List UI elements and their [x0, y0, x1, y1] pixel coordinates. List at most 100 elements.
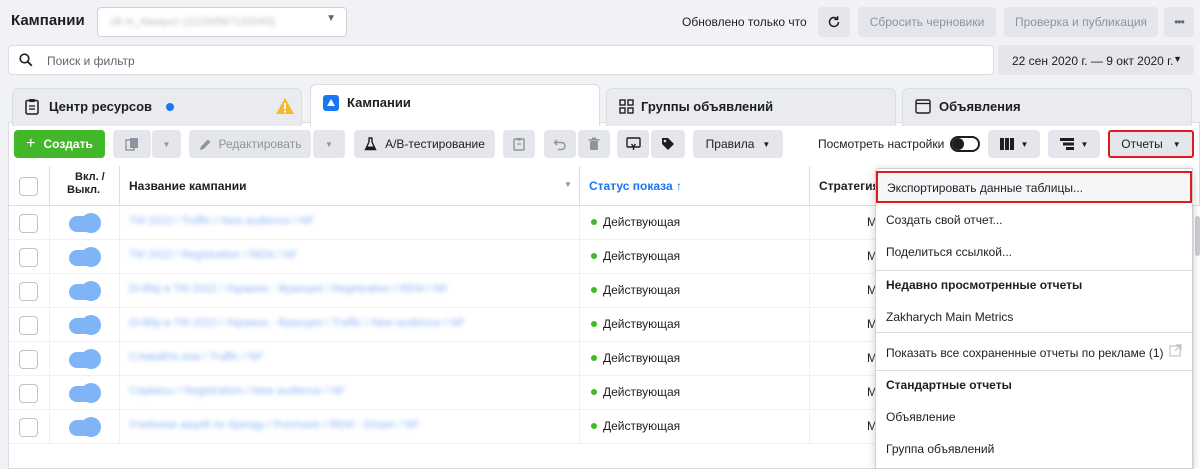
rules-label: Правила [705, 137, 755, 151]
column-divider [119, 166, 120, 206]
create-custom-report-item[interactable]: Создать свой отчет... [876, 203, 1192, 235]
show-all-saved-reports-item[interactable]: Показать все сохраненные отчеты по рекла… [876, 336, 1192, 368]
status-dot [591, 354, 597, 361]
select-all-checkbox[interactable] [19, 177, 38, 196]
search-input[interactable]: Поиск и фильтр [8, 45, 994, 75]
refresh-button[interactable] [818, 7, 850, 37]
column-divider [119, 410, 120, 444]
row-checkbox[interactable] [19, 248, 38, 267]
duplicate-button[interactable] [113, 130, 151, 158]
tab-campaigns[interactable]: Кампании [310, 84, 600, 126]
edit-button[interactable]: Редактировать [189, 130, 311, 158]
campaign-name-link[interactable]: TM 2022 / Registration / REM / NF [129, 249, 298, 261]
reports-button[interactable]: Отчеты ▼ [1108, 130, 1194, 158]
recent-report-item[interactable]: Zakharych Main Metrics [876, 300, 1192, 332]
clipboard-icon [25, 99, 39, 115]
delivery-status-header[interactable]: Статус показа ↑ [589, 179, 682, 193]
campaign-toggle[interactable] [69, 247, 101, 267]
campaign-name-link[interactable]: TM 2022 / Traffic / New audience / NF [129, 215, 314, 227]
row-checkbox[interactable] [19, 282, 38, 301]
table-scrollbar[interactable] [1193, 206, 1200, 469]
column-divider [579, 308, 580, 342]
column-divider [49, 240, 50, 274]
caret-down-icon: ▼ [1172, 139, 1181, 149]
standard-report-adgroup-item[interactable]: Группа объявлений [876, 432, 1192, 464]
more-options-button[interactable]: ••• [1164, 7, 1194, 37]
edit-dropdown[interactable]: ▼ [313, 130, 345, 158]
row-checkbox[interactable] [19, 316, 38, 335]
account-selector[interactable]: ult m_Аккаунт (11234567132043) ▼ [97, 7, 347, 37]
tab-ad-sets[interactable]: Группы объявлений [606, 88, 896, 126]
campaign-name-header[interactable]: Название кампании [129, 179, 246, 193]
share-link-item[interactable]: Поделиться ссылкой... [876, 235, 1192, 267]
delivery-status: Действующая [591, 351, 680, 365]
tag-icon [662, 138, 674, 150]
columns-button[interactable]: ▼ [988, 130, 1040, 158]
ab-test-label: A/B-тестирование [385, 137, 485, 151]
tag-button[interactable] [651, 130, 685, 158]
rules-button[interactable]: Правила ▼ [693, 130, 783, 158]
delete-button-alt[interactable] [503, 130, 535, 158]
caret-down-icon: ▼ [325, 139, 333, 149]
campaign-name-link[interactable]: Сервисы / Registration / New audience / … [129, 385, 345, 397]
scrollbar-thumb[interactable] [1195, 216, 1200, 256]
breakdown-button[interactable]: ▼ [1048, 130, 1100, 158]
toggle-knob [81, 315, 101, 335]
column-divider [809, 240, 810, 274]
recent-reports-heading: Недавно просмотренные отчеты [886, 278, 1083, 292]
duplicate-dropdown[interactable]: ▼ [151, 130, 181, 158]
export-table-data-item[interactable]: Экспортировать данные таблицы... [876, 171, 1192, 203]
undo-button[interactable] [544, 130, 576, 158]
status-dot [591, 286, 597, 293]
tab-resource-center[interactable]: Центр ресурсов [12, 88, 302, 126]
tab-ads[interactable]: Объявления [902, 88, 1192, 126]
flask-icon [364, 137, 377, 151]
view-settings-toggle[interactable] [950, 136, 980, 152]
notification-dot [166, 103, 174, 111]
status-text: Действующая [603, 215, 681, 229]
preview-icon [625, 137, 641, 150]
status-dot [591, 388, 597, 395]
delete-button[interactable] [578, 130, 610, 158]
campaign-name-link[interactable]: Di-Blip в TM 2022 / Украина - Франция / … [129, 317, 464, 329]
column-divider [579, 240, 580, 274]
menu-divider [876, 332, 1192, 333]
export-preview-button[interactable] [617, 130, 649, 158]
campaign-toggle[interactable] [69, 349, 101, 369]
page-title: Кампании [11, 12, 85, 29]
column-divider [119, 376, 120, 410]
campaign-toggle[interactable] [69, 315, 101, 335]
date-range-picker[interactable]: 22 сен 2020 г. — 9 окт 2020 г. ▼ [998, 45, 1194, 75]
tab-label: Центр ресурсов [49, 99, 153, 114]
campaign-name-link[interactable]: Сливайте.ком / Traffic / NF [129, 351, 263, 363]
campaign-toggle[interactable] [69, 213, 101, 233]
campaign-toggle[interactable] [69, 383, 101, 403]
standard-report-ad-item[interactable]: Объявление [876, 400, 1192, 432]
standard-reports-heading: Стандартные отчеты [886, 378, 1012, 392]
discard-drafts-button[interactable]: Сбросить черновики [858, 7, 996, 37]
menu-item-label: Объявление [886, 410, 956, 424]
date-range-label: 22 сен 2020 г. — 9 окт 2020 г. [1012, 54, 1174, 68]
row-checkbox[interactable] [19, 418, 38, 437]
delivery-status: Действующая [591, 249, 680, 263]
campaign-toggle[interactable] [69, 417, 101, 437]
review-publish-button[interactable]: Проверка и публикация [1004, 7, 1158, 37]
search-icon [19, 53, 33, 67]
campaign-name-link[interactable]: Учебники акций по бренду / Purchase / RE… [129, 419, 419, 431]
create-button[interactable]: + Создать [14, 130, 105, 158]
undo-icon [553, 139, 566, 150]
column-divider [809, 206, 810, 240]
column-divider [119, 206, 120, 240]
strategy-header[interactable]: Стратегия [819, 179, 879, 193]
tab-label: Кампании [347, 95, 411, 110]
campaign-name-link[interactable]: Di-Blip в TM 2022 / Украина - Франция / … [129, 283, 448, 295]
row-checkbox[interactable] [19, 350, 38, 369]
campaign-toggle[interactable] [69, 281, 101, 301]
onoff-header: Вкл. / Выкл. [67, 171, 105, 197]
row-checkbox[interactable] [19, 384, 38, 403]
toggle-knob [952, 138, 964, 150]
delivery-status: Действующая [591, 215, 680, 229]
row-checkbox[interactable] [19, 214, 38, 233]
ab-test-button[interactable]: A/B-тестирование [354, 130, 495, 158]
caret-down-icon: ▼ [1080, 139, 1089, 149]
